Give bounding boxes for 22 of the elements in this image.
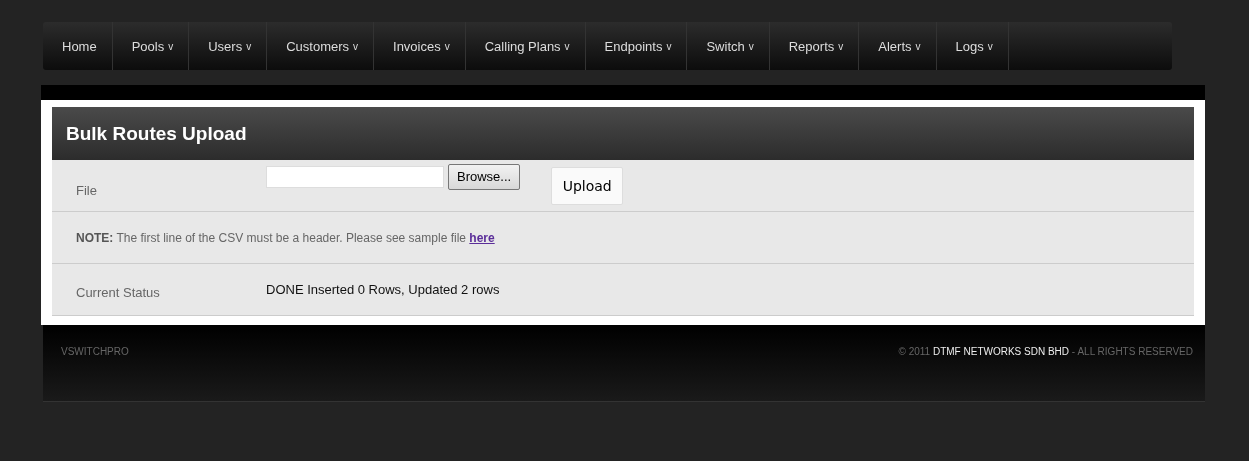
- nav-item[interactable]: Logs v: [936, 22, 1009, 70]
- nav-item[interactable]: Home: [43, 22, 113, 70]
- file-label: File: [76, 183, 98, 198]
- nav-item[interactable]: Reports v: [769, 22, 860, 70]
- copyright-text: © 2011 DTMF NETWORKS SDN BHD - ALL RIGHTS RESERVED: [898, 346, 1193, 357]
- sample-file-link[interactable]: here: [469, 230, 495, 245]
- status-label: Current Status: [76, 285, 161, 300]
- nav-item[interactable]: Calling Plans v: [465, 22, 586, 70]
- panel-title: Bulk Routes Upload: [66, 122, 247, 145]
- browse-button[interactable]: Browse...: [448, 163, 521, 190]
- file-field[interactable]: [266, 165, 444, 188]
- nav-item[interactable]: Alerts v: [859, 22, 937, 70]
- note-text: NOTE: The first line of the CSV must be a header. Please see sample file here: [76, 230, 495, 245]
- nav-item[interactable]: Pools v: [112, 22, 190, 70]
- nav-item[interactable]: Invoices v: [374, 22, 466, 70]
- nav-item[interactable]: Users v: [189, 22, 268, 70]
- nav-item[interactable]: Customers v: [267, 22, 375, 70]
- status-value: DONE Inserted 0 Rows, Updated 2 rows: [266, 282, 500, 297]
- nav-item[interactable]: Switch v: [687, 22, 770, 70]
- brand-text: VSWITCHPRO: [61, 346, 129, 357]
- upload-button[interactable]: Upload: [551, 166, 624, 205]
- nav-item[interactable]: Endpoints v: [585, 22, 688, 70]
